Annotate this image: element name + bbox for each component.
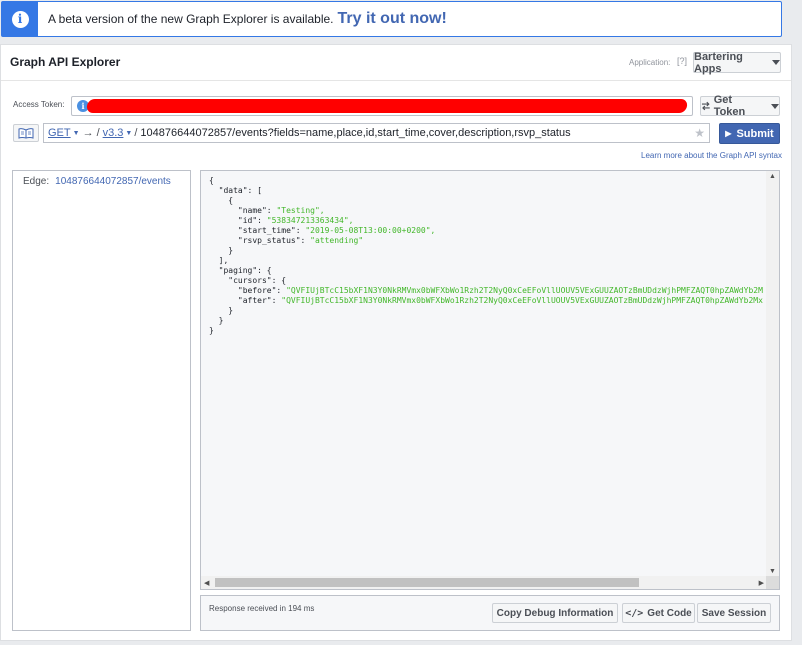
response-json: { "data": [ { "name": "Testing", "id": "… (209, 176, 763, 335)
slash-separator: / (96, 127, 100, 139)
response-panel: { "data": [ { "name": "Testing", "id": "… (200, 170, 780, 590)
api-version-select[interactable]: v3.3 (103, 127, 124, 139)
query-path-text[interactable]: 104876644072857/events?fields=name,place… (140, 127, 570, 139)
page-title: Graph API Explorer (10, 55, 121, 69)
learn-syntax-link[interactable]: Learn more about the Graph API syntax (641, 151, 782, 160)
horizontal-scroll-thumb[interactable] (215, 578, 639, 587)
get-token-button[interactable]: Get Token (700, 94, 780, 118)
edge-row: Edge: 104876644072857/events (23, 176, 171, 187)
graph-query-input[interactable]: GET ▼ → / v3.3 ▼ / 104876644072857/event… (43, 123, 710, 143)
scroll-right-icon[interactable]: ▶ (759, 579, 764, 587)
application-dropdown-label: Bartering Apps (694, 50, 743, 75)
http-method-select[interactable]: GET (48, 127, 71, 139)
submit-label: Submit (736, 127, 774, 140)
get-code-button[interactable]: </> Get Code (622, 603, 695, 623)
chevron-down-icon (771, 103, 779, 109)
scroll-up-icon[interactable]: ▲ (769, 173, 776, 180)
access-token-input[interactable]: i (71, 96, 693, 116)
get-token-label: Get Token (713, 94, 746, 118)
response-status: Response received in 194 ms (209, 604, 315, 613)
swap-arrows-icon (701, 101, 710, 111)
info-icon: i (11, 10, 29, 28)
edge-tree-panel: Edge: 104876644072857/events (12, 170, 191, 631)
arrow-separator: → (82, 127, 94, 139)
horizontal-scrollbar[interactable]: ◀ ▶ (201, 576, 767, 589)
vertical-scrollbar[interactable]: ▲ ▼ (766, 171, 779, 577)
chevron-down-icon (772, 60, 780, 65)
application-label: Application: (629, 58, 671, 67)
banner-text: A beta version of the new Graph Explorer… (48, 12, 334, 26)
application-help-link[interactable]: [?] (677, 56, 687, 66)
banner-info-box: i (2, 2, 38, 36)
edge-value-link[interactable]: 104876644072857/events (55, 176, 171, 187)
access-token-label: Access Token: (13, 100, 65, 109)
copy-debug-button[interactable]: Copy Debug Information (492, 603, 618, 623)
application-dropdown[interactable]: Bartering Apps (693, 50, 781, 75)
copy-debug-label: Copy Debug Information (496, 607, 614, 619)
edge-label: Edge: (23, 176, 50, 187)
play-icon: ▶ (725, 129, 732, 138)
get-code-label: Get Code (647, 607, 692, 619)
slash-separator: / (134, 127, 138, 139)
save-session-label: Save Session (701, 607, 767, 619)
try-it-link[interactable]: Try it out now! (338, 10, 447, 28)
chevron-down-icon: ▼ (125, 129, 133, 137)
submit-button[interactable]: ▶ Submit (719, 123, 780, 144)
response-footer: Response received in 194 ms Copy Debug I… (200, 595, 780, 631)
redaction-mark (86, 99, 688, 113)
reference-docs-button[interactable] (13, 124, 39, 142)
scroll-down-icon[interactable]: ▼ (769, 568, 776, 575)
book-icon (18, 127, 34, 139)
beta-banner: i A beta version of the new Graph Explor… (1, 1, 782, 37)
star-icon[interactable]: ★ (694, 126, 705, 140)
chevron-down-icon: ▼ (72, 129, 80, 137)
code-brackets-icon: </> (625, 607, 644, 619)
save-session-button[interactable]: Save Session (697, 603, 771, 623)
explorer-header: Graph API Explorer Application: [?] Bart… (1, 45, 791, 81)
scrollbar-corner (766, 576, 779, 589)
explorer-panel: Graph API Explorer Application: [?] Bart… (0, 44, 792, 641)
scroll-left-icon[interactable]: ◀ (204, 579, 209, 587)
